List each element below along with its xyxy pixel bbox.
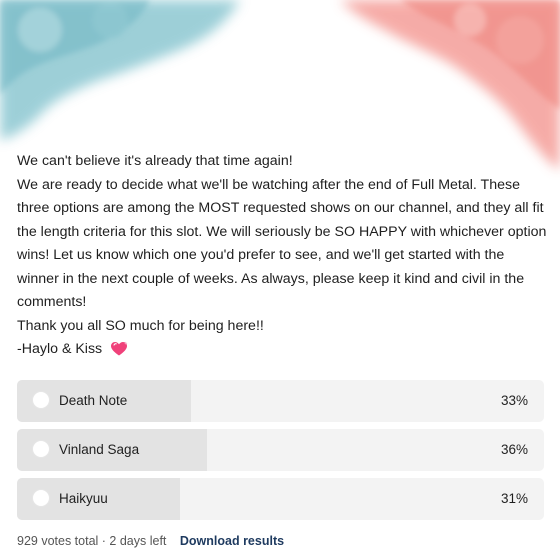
- post-signature-text: -Haylo & Kiss: [17, 341, 103, 357]
- post-line-intro: We can't believe it's already that time …: [17, 153, 293, 169]
- radio-button[interactable]: [32, 489, 50, 507]
- poll-footer: 929 votes total · 2 days left Download r…: [17, 534, 284, 548]
- poll: Death Note 33% Vinland Saga 36% Haikyuu …: [17, 380, 544, 527]
- poll-option-percent: 31%: [500, 491, 528, 506]
- radio-button[interactable]: [32, 391, 50, 409]
- poll-option-haikyuu[interactable]: Haikyuu 31%: [17, 478, 544, 520]
- poll-option-label: Haikyuu: [59, 491, 108, 506]
- poll-option-percent: 36%: [500, 442, 528, 457]
- poll-option-label: Vinland Saga: [59, 442, 140, 457]
- radio-button[interactable]: [32, 440, 50, 458]
- poll-option-death-note[interactable]: Death Note 33%: [17, 380, 544, 422]
- poll-post: We can't believe it's already that time …: [0, 0, 560, 560]
- post-line-details: We are ready to decide what we'll be wat…: [17, 176, 547, 311]
- post-body: We can't believe it's already that time …: [17, 150, 547, 362]
- post-line-thanks: Thank you all SO much for being here!!: [17, 317, 264, 334]
- sparkling-heart-icon: [111, 341, 128, 356]
- poll-option-label: Death Note: [59, 393, 128, 408]
- poll-vote-summary: 929 votes total · 2 days left: [17, 534, 167, 548]
- download-results-link[interactable]: Download results: [180, 534, 284, 548]
- poll-option-vinland-saga[interactable]: Vinland Saga 36%: [17, 429, 544, 471]
- poll-option-percent: 33%: [500, 393, 528, 408]
- post-signature: -Haylo & Kiss: [17, 338, 547, 362]
